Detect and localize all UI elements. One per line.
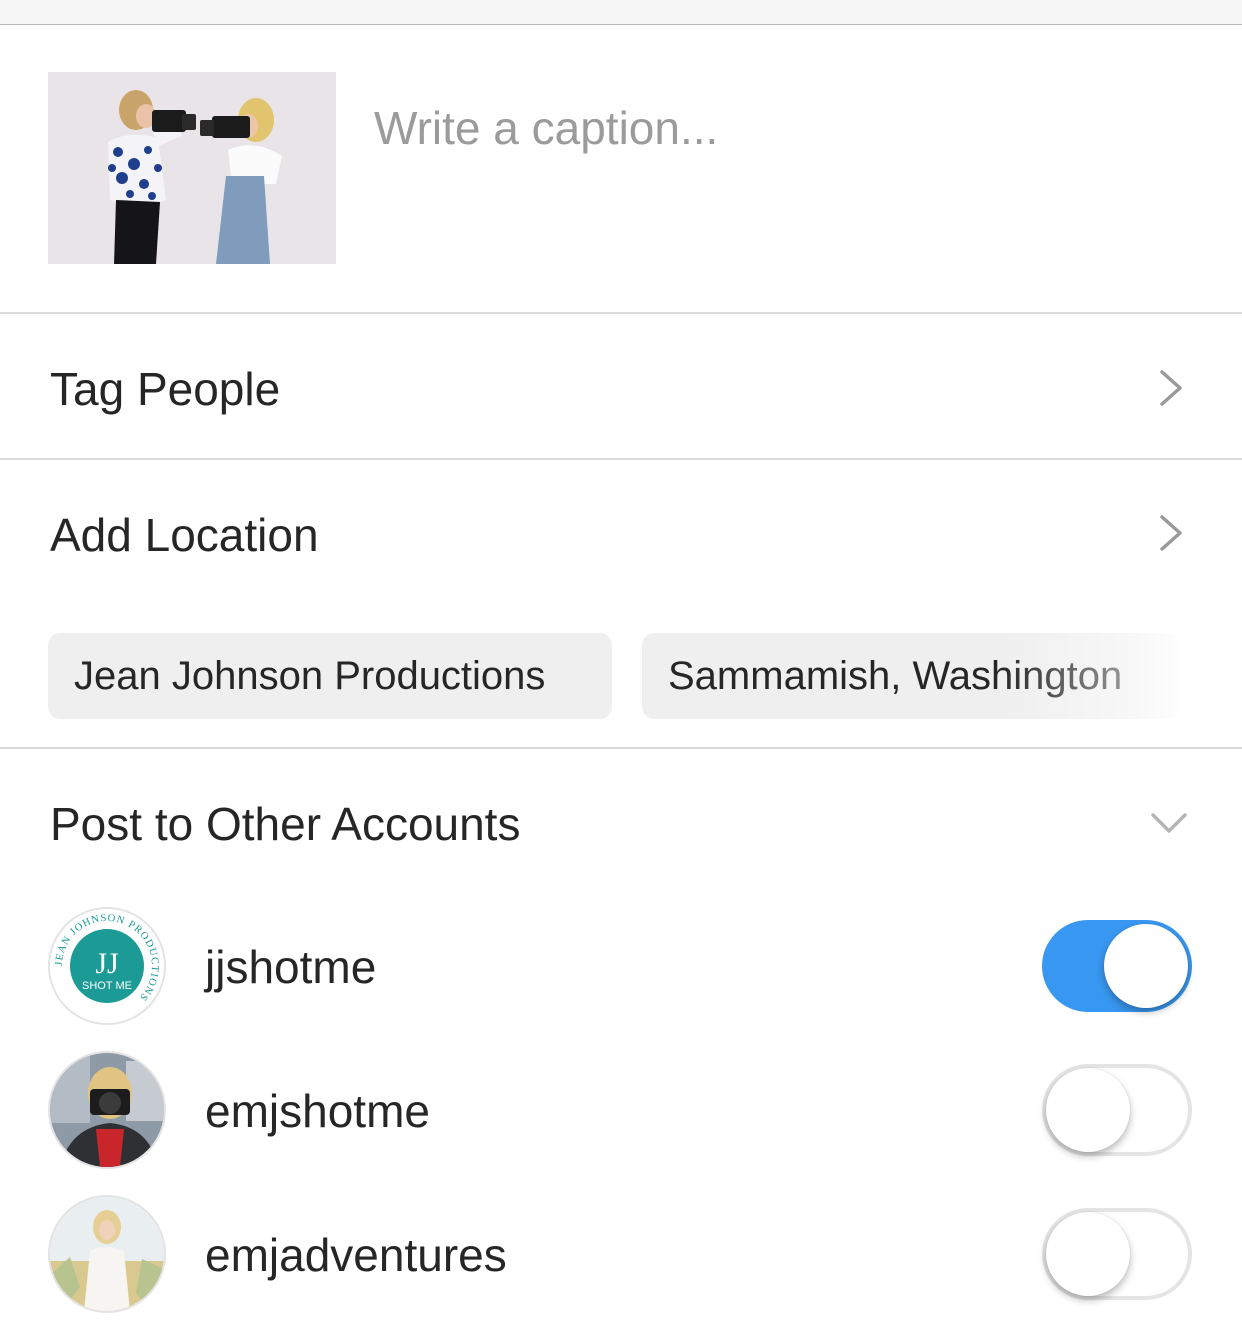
account-toggle-emjshotme[interactable] bbox=[1042, 1064, 1192, 1156]
logo-subtext: SHOT ME bbox=[82, 980, 132, 992]
post-thumbnail bbox=[48, 72, 336, 264]
account-toggle-jjshotme[interactable] bbox=[1042, 920, 1192, 1012]
caption-input[interactable] bbox=[374, 96, 1194, 160]
add-location-row[interactable]: Add Location bbox=[0, 460, 1242, 604]
account-toggle-emjadventures[interactable] bbox=[1042, 1208, 1192, 1300]
chevron-down-icon bbox=[1151, 813, 1187, 833]
location-suggestion-chip[interactable]: Sammamish, Washington bbox=[642, 633, 1180, 719]
toggle-knob bbox=[1046, 1212, 1130, 1296]
post-to-other-accounts-header[interactable]: Post to Other Accounts bbox=[0, 749, 1242, 889]
logo-initials: JJ bbox=[95, 947, 119, 980]
tag-people-label: Tag People bbox=[50, 363, 281, 415]
tag-people-row[interactable]: Tag People bbox=[0, 314, 1242, 458]
avatar-photo-image bbox=[50, 1053, 164, 1167]
toggle-knob bbox=[1046, 1068, 1130, 1152]
post-photo-image bbox=[48, 72, 336, 264]
account-username: emjshotme bbox=[205, 1085, 430, 1137]
account-username: emjadventures bbox=[205, 1229, 507, 1281]
toggle-knob bbox=[1104, 924, 1188, 1008]
location-suggestion-chip[interactable]: Jean Johnson Productions bbox=[48, 633, 612, 719]
account-avatar bbox=[48, 1051, 166, 1169]
jean-johnson-productions-logo: JJ SHOT ME JEAN JOHNSON PRODUCTIONS bbox=[50, 909, 164, 1023]
chevron-right-icon bbox=[1160, 370, 1182, 406]
account-username: jjshotme bbox=[205, 941, 377, 993]
location-suggestion-chip-partial[interactable] bbox=[1210, 633, 1242, 719]
location-suggestion-label: Sammamish, Washington bbox=[668, 654, 1123, 698]
post-to-other-accounts-title: Post to Other Accounts bbox=[50, 798, 521, 850]
location-suggestion-label: Jean Johnson Productions bbox=[74, 654, 546, 698]
account-avatar bbox=[48, 1195, 166, 1313]
avatar-photo-image bbox=[50, 1197, 164, 1311]
account-avatar: JJ SHOT ME JEAN JOHNSON PRODUCTIONS bbox=[48, 907, 166, 1025]
add-location-label: Add Location bbox=[50, 509, 319, 561]
chevron-right-icon bbox=[1160, 515, 1182, 551]
navigation-bar-edge bbox=[0, 0, 1242, 25]
